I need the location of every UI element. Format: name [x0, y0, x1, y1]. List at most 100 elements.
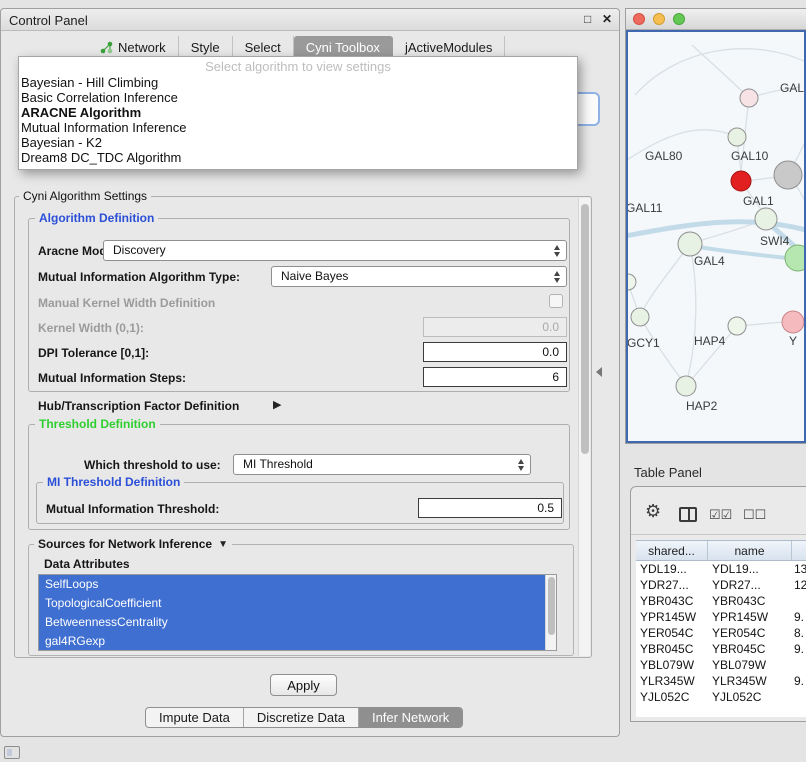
manual-kernel-checkbox[interactable] [549, 294, 563, 308]
columns-icon[interactable] [679, 507, 697, 522]
node[interactable] [728, 317, 746, 335]
cyni-settings-title: Cyni Algorithm Settings [19, 189, 151, 203]
attribute-item-selected[interactable]: TopologicalCoefficient [39, 594, 556, 613]
mi-steps-field[interactable]: 6 [423, 367, 567, 387]
minimize-window-icon[interactable] [653, 13, 665, 25]
network-window-titlebar [626, 9, 806, 30]
minimized-panel-icon[interactable] [4, 746, 20, 759]
settings-scrollbar-thumb[interactable] [581, 204, 589, 454]
node[interactable] [755, 208, 777, 230]
data-attributes-list: SelfLoops TopologicalCoefficient Between… [38, 574, 557, 651]
tab-label: Cyni Toolbox [306, 40, 380, 55]
menu-item[interactable]: Basic Correlation Inference [19, 90, 577, 105]
menu-item[interactable]: Bayesian - K2 [19, 135, 577, 150]
kernel-width-field[interactable]: 0.0 [423, 317, 567, 337]
tab-discretize-data[interactable]: Discretize Data [244, 708, 359, 727]
apply-button-label: Apply [287, 678, 320, 693]
node-label: HAP4 [694, 334, 726, 348]
tab-infer-network[interactable]: Infer Network [359, 708, 462, 727]
node-gray[interactable] [774, 161, 802, 189]
attribute-item-selected[interactable]: SelfLoops [39, 575, 556, 594]
node[interactable] [740, 89, 758, 107]
float-window-icon[interactable]: □ [584, 12, 591, 26]
tab-cyni-toolbox[interactable]: Cyni Toolbox [294, 36, 393, 58]
table-row[interactable]: YBL079WYBL079W [636, 657, 806, 673]
node-red[interactable] [731, 171, 751, 191]
table-row[interactable]: YJL052CYJL052C [636, 689, 806, 705]
splitpane-collapse-icon[interactable] [596, 367, 602, 377]
node-label: SWI4 [760, 234, 790, 248]
combo-arrows-icon [554, 271, 560, 283]
cyni-bottom-tabs: Impute Data Discretize Data Infer Networ… [145, 707, 463, 728]
menu-placeholder: Select algorithm to view settings [19, 59, 577, 75]
node-green[interactable] [785, 245, 804, 271]
sources-label: Sources for Network Inference [38, 537, 212, 551]
node[interactable] [728, 128, 746, 146]
node-label: HAP2 [686, 399, 718, 413]
zoom-window-icon[interactable] [673, 13, 685, 25]
table-row[interactable]: YDR27...YDR27...12 [636, 577, 806, 593]
table-row[interactable]: YPR145WYPR145W9. [636, 609, 806, 625]
attribute-item-selected[interactable]: BetweennessCentrality [39, 613, 556, 632]
network-icon [100, 41, 113, 54]
dpi-tolerance-label: DPI Tolerance [0,1]: [38, 346, 149, 360]
node-label: GAL1 [743, 194, 774, 208]
network-graph[interactable]: GAL7 GAL80 GAL10 GAL11 GAL1 SWI4 GAL4 GC… [628, 32, 804, 441]
hub-section-label[interactable]: Hub/Transcription Factor Definition [38, 399, 239, 413]
sources-header[interactable]: Sources for Network Inference ▼ [34, 537, 232, 551]
which-threshold-value: MI Threshold [243, 457, 313, 471]
tab-network[interactable]: Network [88, 36, 179, 58]
tab-label: Infer Network [372, 710, 449, 725]
menu-item-selected[interactable]: ARACNE Algorithm [19, 105, 577, 120]
column-header[interactable] [792, 541, 806, 560]
expand-arrow-icon[interactable]: ▶ [273, 398, 281, 411]
tab-jactivemodules[interactable]: jActiveModules [393, 36, 505, 58]
node[interactable] [631, 308, 649, 326]
node[interactable] [676, 376, 696, 396]
table-row[interactable]: YBR045CYBR045C9. [636, 641, 806, 657]
tab-style[interactable]: Style [179, 36, 233, 58]
attributes-scrollbar[interactable] [545, 575, 556, 650]
data-attributes-label: Data Attributes [44, 557, 130, 571]
tab-label: Style [191, 40, 220, 55]
table-row[interactable]: YDL19...YDL19...13 [636, 561, 806, 577]
gear-icon[interactable]: ⚙ [645, 502, 661, 520]
deselect-all-columns-icon[interactable]: ☐☐ [743, 507, 766, 523]
mi-type-value: Naive Bayes [281, 269, 348, 283]
attributes-scrollbar-thumb[interactable] [548, 577, 555, 635]
column-header[interactable]: shared... [636, 541, 708, 560]
tab-impute-data[interactable]: Impute Data [146, 708, 244, 727]
select-all-columns-icon[interactable]: ☑☑ [709, 507, 732, 523]
table-toolbar-divider [631, 534, 806, 535]
which-threshold-select[interactable]: MI Threshold [233, 454, 531, 475]
close-panel-icon[interactable]: ✕ [602, 12, 612, 26]
table-row[interactable]: YBR043CYBR043C [636, 593, 806, 609]
close-window-icon[interactable] [633, 13, 645, 25]
kernel-width-label: Kernel Width (0,1): [38, 321, 144, 335]
node[interactable] [628, 274, 636, 290]
attribute-item-selected[interactable]: gal4RGexp [39, 632, 556, 651]
aracne-mode-select[interactable]: Discovery [103, 240, 567, 261]
menu-item[interactable]: Bayesian - Hill Climbing [19, 75, 577, 90]
tab-label: Impute Data [159, 710, 230, 725]
control-panel-titlebar [1, 9, 619, 31]
node-label: Y [789, 334, 797, 348]
node-pink[interactable] [782, 311, 804, 333]
apply-button[interactable]: Apply [270, 674, 337, 696]
menu-item[interactable]: Dream8 DC_TDC Algorithm [19, 150, 577, 165]
node[interactable] [678, 232, 702, 256]
combo-arrows-icon [554, 245, 560, 257]
mi-threshold-field[interactable]: 0.5 [418, 498, 562, 518]
node-label: GAL10 [731, 149, 769, 163]
table-row[interactable]: YER054CYER054C8. [636, 625, 806, 641]
mi-type-select[interactable]: Naive Bayes [271, 266, 567, 287]
dpi-tolerance-field[interactable]: 0.0 [423, 342, 567, 362]
which-threshold-label: Which threshold to use: [84, 458, 221, 472]
mi-steps-label: Mutual Information Steps: [38, 371, 186, 385]
tab-select[interactable]: Select [233, 36, 294, 58]
settings-scrollbar[interactable] [578, 198, 590, 656]
collapse-arrow-icon[interactable]: ▼ [218, 539, 228, 550]
table-row[interactable]: YLR345WYLR345W9. [636, 673, 806, 689]
column-header[interactable]: name [708, 541, 792, 560]
menu-item[interactable]: Mutual Information Inference [19, 120, 577, 135]
